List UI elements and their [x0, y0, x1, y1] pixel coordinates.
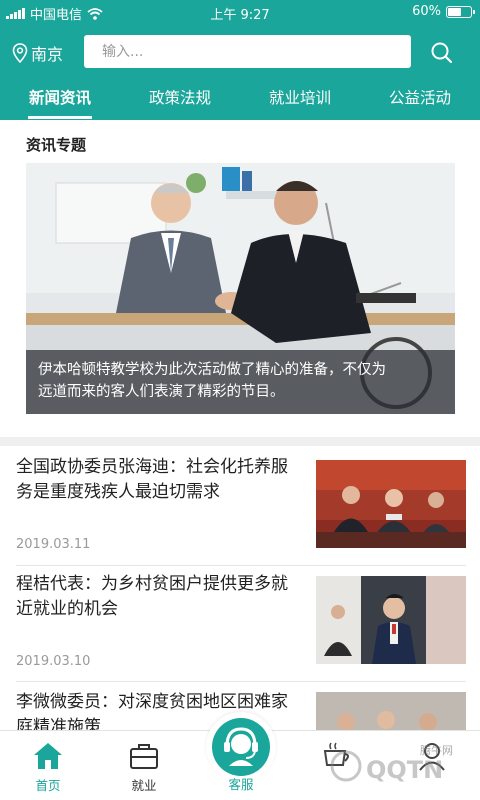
- customer-service-button[interactable]: [206, 712, 276, 782]
- news-date: 2019.03.11: [16, 537, 91, 552]
- tab-policy[interactable]: 政策法规: [120, 80, 240, 120]
- nav-employment-label: 就业: [131, 778, 157, 793]
- nav-home-label: 首页: [35, 778, 61, 793]
- feature-banner[interactable]: 伊本哈顿特教学校为此次活动做了精心的准备，不仅为 远道而来的客人们表演了精彩的节…: [26, 163, 455, 414]
- nav-home[interactable]: 首页: [0, 731, 96, 800]
- watermark-logo: QQTN 腾牛网: [330, 743, 453, 784]
- news-title: 程桔代表：为乡村贫困户提供更多就近就业的机会: [16, 574, 288, 619]
- list-item[interactable]: 程桔代表：为乡村贫困户提供更多就近就业的机会 2019.03.10: [0, 572, 480, 682]
- caption-line-2: 远道而来的客人们表演了精彩的节目。: [38, 384, 285, 400]
- battery-icon: [446, 5, 475, 18]
- list-item[interactable]: 全国政协委员张海迪：社会化托养服务是重度残疾人最迫切需求 2019.03.11: [0, 455, 480, 565]
- location-pin-icon: [12, 43, 28, 63]
- section-divider: [0, 437, 480, 446]
- news-title: 全国政协委员张海迪：社会化托养服务是重度残疾人最迫切需求: [16, 457, 288, 502]
- news-thumbnail: [316, 576, 466, 664]
- home-icon: [34, 743, 62, 769]
- tab-public-welfare[interactable]: 公益活动: [360, 80, 480, 120]
- search-input[interactable]: [84, 35, 411, 68]
- caption-line-1: 伊本哈顿特教学校为此次活动做了精心的准备，不仅为: [38, 362, 386, 378]
- nav-employment[interactable]: 就业: [96, 731, 192, 800]
- app-header: 南京 新闻资讯 政策法规 就业培训 公益活动: [0, 24, 480, 120]
- feature-caption: 伊本哈顿特教学校为此次活动做了精心的准备，不仅为 远道而来的客人们表演了精彩的节…: [26, 350, 455, 414]
- briefcase-icon: [130, 744, 158, 769]
- watermark: QQTN 腾牛网: [308, 740, 468, 795]
- list-separator: [16, 565, 466, 566]
- search-icon[interactable]: [430, 41, 454, 65]
- category-tabs: 新闻资讯 政策法规 就业培训 公益活动: [0, 80, 480, 120]
- svg-text:QQTN: QQTN: [366, 756, 443, 784]
- section-title: 资讯专题: [26, 136, 87, 154]
- list-separator: [16, 681, 466, 682]
- customer-service-circle: [212, 718, 270, 776]
- news-date: 2019.03.10: [16, 654, 91, 669]
- status-right: 60%: [412, 4, 475, 19]
- news-thumbnail: [316, 460, 466, 548]
- location-selector[interactable]: 南京: [12, 41, 63, 65]
- status-time: 上午 9:27: [210, 8, 270, 23]
- news-thumbnail: [316, 692, 466, 730]
- tab-news[interactable]: 新闻资讯: [0, 80, 120, 120]
- svg-text:腾牛网: 腾牛网: [420, 743, 453, 757]
- customer-service-icon: [224, 727, 258, 766]
- customer-service-label: 客服: [228, 777, 254, 792]
- battery-percent: 60%: [412, 4, 441, 19]
- location-label: 南京: [31, 45, 64, 64]
- status-bar: 中国电信 上午 9:27 60%: [0, 0, 480, 24]
- tab-employment-training[interactable]: 就业培训: [240, 80, 360, 120]
